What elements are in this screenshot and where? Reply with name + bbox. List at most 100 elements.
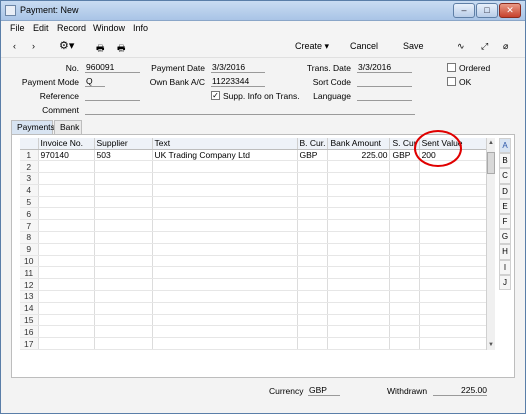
- column-header-text[interactable]: Text: [152, 138, 298, 150]
- grid-cell[interactable]: [389, 314, 420, 327]
- grid-cell[interactable]: [152, 184, 298, 197]
- flip-tab-h[interactable]: H: [499, 244, 511, 260]
- flip-tab-b[interactable]: B: [499, 153, 511, 169]
- grid-cell[interactable]: [419, 266, 492, 280]
- grid-cell[interactable]: [297, 278, 329, 292]
- grid-cell[interactable]: [94, 255, 153, 268]
- minimize-button[interactable]: –: [453, 3, 475, 18]
- grid-cell[interactable]: [38, 325, 95, 339]
- grid-cell[interactable]: [389, 290, 420, 303]
- scroll-up-icon[interactable]: ▲: [487, 138, 495, 148]
- withdrawn-field[interactable]: 225.00: [433, 385, 487, 396]
- grid-cell[interactable]: [94, 219, 153, 233]
- flip-tab-g[interactable]: G: [499, 229, 511, 245]
- grid-cell[interactable]: [327, 219, 391, 233]
- grid-cell[interactable]: [38, 207, 95, 221]
- scroll-down-icon[interactable]: ▼: [487, 340, 495, 350]
- trans-date-field[interactable]: 3/3/2016: [357, 62, 412, 73]
- table-row[interactable]: 17: [20, 337, 492, 351]
- grid-cell[interactable]: [94, 160, 153, 174]
- grid-cell[interactable]: [297, 196, 329, 209]
- cancel-button[interactable]: Cancel: [350, 41, 378, 51]
- grid-cell[interactable]: [94, 314, 153, 327]
- grid-cell[interactable]: [297, 243, 329, 256]
- table-row[interactable]: 2: [20, 160, 492, 174]
- grid-cell[interactable]: [327, 255, 391, 268]
- column-header-bank-currency[interactable]: B. Cur.: [297, 138, 329, 150]
- grid-cell[interactable]: [38, 302, 95, 315]
- grid-cell[interactable]: [327, 278, 391, 292]
- grid-cell[interactable]: [152, 196, 298, 209]
- grid-cell[interactable]: [38, 231, 95, 244]
- grid-cell[interactable]: [327, 184, 391, 197]
- grid-cell[interactable]: [94, 207, 153, 221]
- grid-cell[interactable]: [297, 231, 329, 244]
- currency-field[interactable]: GBP: [308, 385, 340, 396]
- grid-cell[interactable]: [94, 266, 153, 280]
- grid-cell[interactable]: 970140: [38, 149, 95, 162]
- grid-cell[interactable]: [38, 290, 95, 303]
- grid-cell[interactable]: [389, 243, 420, 256]
- table-row[interactable]: 12: [20, 278, 492, 292]
- print-preview-icon[interactable]: 🖶: [117, 41, 126, 57]
- tab-payments[interactable]: Payments: [11, 120, 55, 134]
- grid-cell[interactable]: [419, 196, 492, 209]
- grid-cell[interactable]: [152, 255, 298, 268]
- grid-cell[interactable]: UK Trading Company Ltd: [152, 149, 298, 162]
- grid-cell[interactable]: [152, 172, 298, 185]
- grid-cell[interactable]: [152, 207, 298, 221]
- grid-cell[interactable]: [94, 243, 153, 256]
- grid-cell[interactable]: [389, 231, 420, 244]
- table-row[interactable]: 11: [20, 266, 492, 280]
- close-button[interactable]: ✕: [499, 3, 521, 18]
- attachment-icon[interactable]: ⌀: [503, 41, 508, 52]
- grid-cell[interactable]: [297, 219, 329, 233]
- grid-cell[interactable]: [389, 278, 420, 292]
- grid-cell[interactable]: [419, 278, 492, 292]
- grid-cell[interactable]: [419, 184, 492, 197]
- grid-cell[interactable]: [38, 160, 95, 174]
- scroll-thumb[interactable]: [487, 152, 495, 174]
- grid-cell[interactable]: [94, 290, 153, 303]
- grid-cell[interactable]: [419, 302, 492, 315]
- grid-cell[interactable]: [94, 184, 153, 197]
- print-icon[interactable]: 🖶: [96, 41, 105, 57]
- grid-cell[interactable]: [38, 266, 95, 280]
- grid-cell[interactable]: [327, 325, 391, 339]
- grid-cell[interactable]: [297, 255, 329, 268]
- grid-cell[interactable]: [419, 172, 492, 185]
- grid-cell[interactable]: [94, 196, 153, 209]
- flip-tab-c[interactable]: C: [499, 168, 511, 184]
- flip-tab-j[interactable]: J: [499, 274, 511, 290]
- grid-cell[interactable]: [297, 160, 329, 174]
- table-row[interactable]: 16: [20, 325, 492, 339]
- grid-cell[interactable]: [38, 219, 95, 233]
- no-field[interactable]: 960091: [85, 62, 140, 73]
- grid-cell[interactable]: [419, 243, 492, 256]
- activity-icon[interactable]: ∿: [457, 41, 465, 52]
- table-row[interactable]: 6: [20, 207, 492, 221]
- grid-cell[interactable]: [419, 207, 492, 221]
- grid-cell[interactable]: [152, 219, 298, 233]
- grid-cell[interactable]: [38, 184, 95, 197]
- vertical-scrollbar[interactable]: ▲ ▼: [486, 138, 495, 350]
- flip-tab-e[interactable]: E: [499, 198, 511, 214]
- grid-cell[interactable]: [327, 290, 391, 303]
- gear-icon[interactable]: ⚙▾: [59, 39, 74, 52]
- grid-cell[interactable]: [419, 255, 492, 268]
- grid-cell[interactable]: [94, 302, 153, 315]
- grid-cell[interactable]: [94, 278, 153, 292]
- grid-cell[interactable]: [389, 207, 420, 221]
- reference-field[interactable]: [85, 90, 140, 101]
- grid-cell[interactable]: [327, 337, 391, 351]
- grid-cell[interactable]: [152, 160, 298, 174]
- grid-cell[interactable]: [327, 314, 391, 327]
- grid-cell[interactable]: [389, 196, 420, 209]
- flip-tab-f[interactable]: F: [499, 213, 511, 230]
- grid-cell[interactable]: [94, 337, 153, 351]
- ok-checkbox[interactable]: [447, 77, 456, 86]
- grid-cell[interactable]: [419, 219, 492, 233]
- grid-cell[interactable]: [419, 231, 492, 244]
- grid-cell[interactable]: GBP: [297, 149, 329, 162]
- flip-tab-a[interactable]: A: [499, 138, 511, 154]
